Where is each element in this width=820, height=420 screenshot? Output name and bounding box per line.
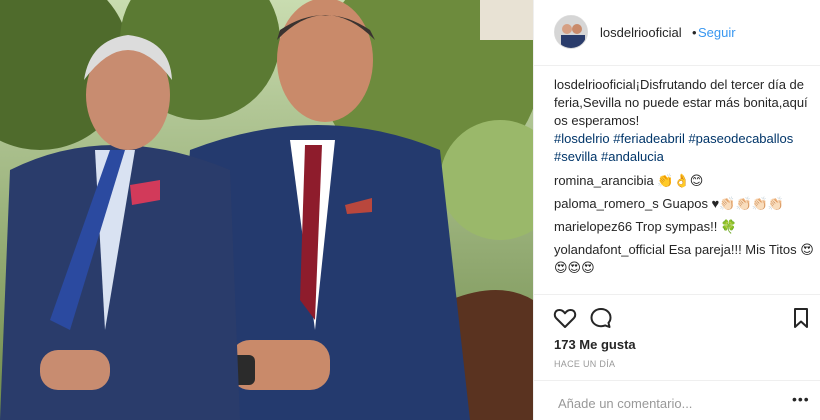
comments-section: losdelriooficial¡Disfrutando del tercer … (554, 76, 814, 282)
hashtag-link[interactable]: #feriadeabril (613, 131, 685, 146)
hashtag-link[interactable]: #andalucia (601, 149, 664, 164)
comment-text: 👏👌😊 (657, 173, 704, 188)
hashtag-link[interactable]: #losdelrio (554, 131, 610, 146)
comment-username[interactable]: marielopez66 (554, 219, 632, 234)
hashtag-link[interactable]: #paseodecaballos (688, 131, 793, 146)
likes-count[interactable]: 173 Me gusta (554, 337, 636, 352)
separator-dot: • (692, 25, 697, 40)
comment-item: paloma_romero_s Guapos ♥👏🏻👏🏻👏🏻👏🏻 (554, 195, 814, 213)
avatar[interactable] (554, 15, 588, 49)
follow-button[interactable]: Seguir (698, 25, 736, 40)
comment-username[interactable]: paloma_romero_s (554, 196, 659, 211)
comment-username[interactable]: romina_arancibia (554, 173, 654, 188)
heart-icon[interactable] (552, 305, 578, 331)
speech-bubble-icon[interactable] (588, 305, 614, 331)
hashtag-link[interactable]: #sevilla (554, 149, 597, 164)
comment-item: yolandafont_official Esa pareja!!! Mis T… (554, 241, 814, 277)
post-header: losdelriooficial • Seguir (534, 0, 820, 66)
add-comment-bar: ••• (534, 380, 820, 420)
post-timestamp: HACE UN DÍA (554, 359, 616, 369)
action-bar: 173 Me gusta HACE UN DÍA (534, 294, 820, 372)
post-sidebar: losdelriooficial • Seguir losdelrioofici… (533, 0, 820, 420)
comment-item: marielopez66 Trop sympas!! 🍀 (554, 218, 814, 236)
post-photo[interactable] (0, 0, 533, 420)
more-options-icon[interactable]: ••• (792, 391, 810, 407)
bookmark-icon[interactable] (788, 305, 814, 331)
avatar-image (555, 16, 587, 48)
caption: losdelriooficial¡Disfrutando del tercer … (554, 76, 814, 166)
caption-username[interactable]: losdelriooficial (554, 77, 636, 92)
comment-input[interactable] (556, 391, 760, 415)
header-username[interactable]: losdelriooficial (600, 25, 682, 40)
photo-illustration (0, 0, 533, 420)
comment-text: Trop sympas!! 🍀 (635, 219, 738, 234)
comment-username[interactable]: yolandafont_official (554, 242, 665, 257)
comment-text: Guapos ♥👏🏻👏🏻👏🏻👏🏻 (662, 196, 785, 211)
comment-item: romina_arancibia 👏👌😊 (554, 172, 814, 190)
